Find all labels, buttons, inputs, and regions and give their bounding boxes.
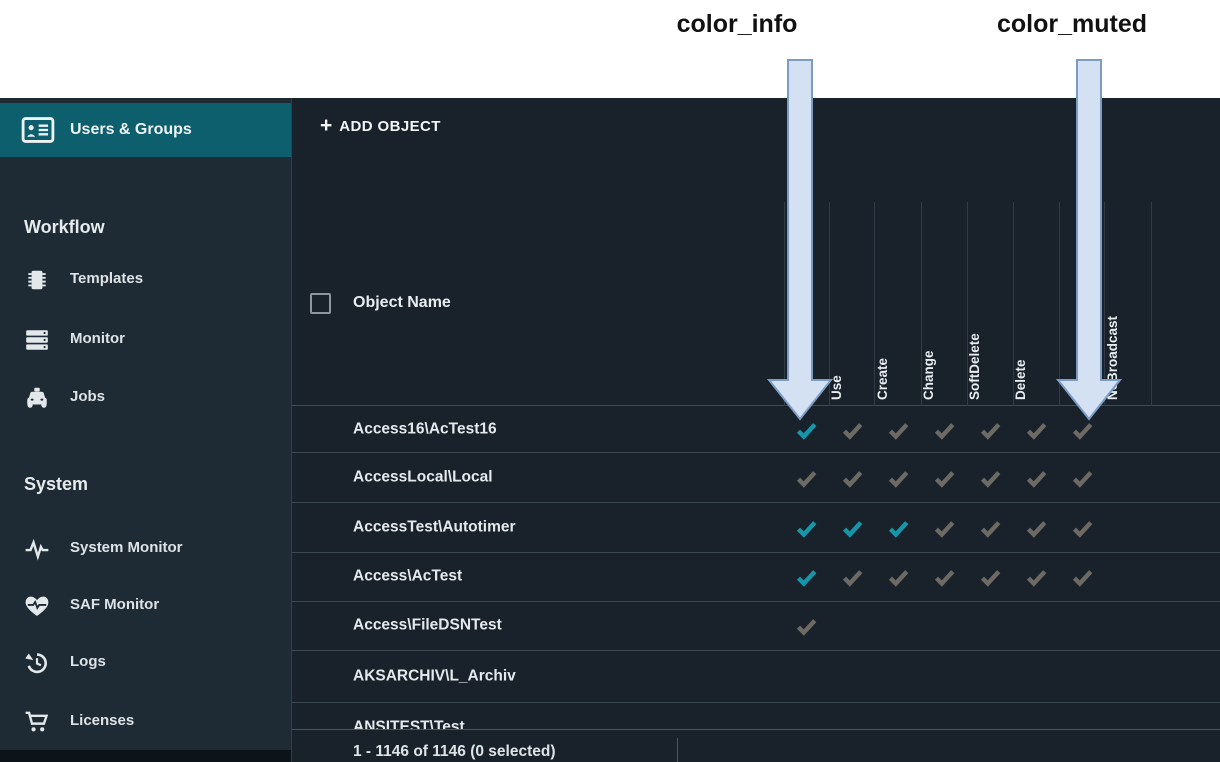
table-row[interactable]: Access16\AcTest16 <box>292 407 1220 453</box>
object-name-cell: Access\FileDSNTest <box>353 616 502 634</box>
app-root: color_info color_muted Users & Groups Wo… <box>0 0 1220 762</box>
sidebar-item-jobs[interactable]: Jobs <box>0 378 291 418</box>
permission-check-muted[interactable] <box>887 466 910 489</box>
column-label-change: Change <box>921 350 936 400</box>
column-divider <box>1059 202 1060 406</box>
permission-check-muted[interactable] <box>1071 566 1094 589</box>
permission-check-muted[interactable] <box>933 466 956 489</box>
sidebar-section-workflow: Workflow <box>24 217 105 238</box>
column-label-nobroadcast: NoBroadcast <box>1105 316 1120 400</box>
permission-check-info[interactable] <box>795 566 818 589</box>
column-label-use: Use <box>829 375 844 400</box>
cart-icon <box>24 709 50 735</box>
sidebar-item-label: Logs <box>70 653 106 670</box>
sidebar-item-label: Licenses <box>70 712 134 729</box>
taxi-icon <box>24 385 50 411</box>
table-row[interactable]: Access\FileDSNTest <box>292 602 1220 651</box>
permission-check-muted[interactable] <box>979 466 1002 489</box>
pulse-icon <box>24 536 50 562</box>
permission-check-info[interactable] <box>841 516 864 539</box>
sidebar-item-label: System Monitor <box>70 539 183 556</box>
sidebar-item-label: SAF Monitor <box>70 596 159 613</box>
main-panel: + ADD OBJECT Object Name Use Create Chan… <box>291 98 1220 762</box>
sidebar: Users & Groups Workflow Templates <box>0 98 291 762</box>
sidebar-item-system-monitor[interactable]: System Monitor <box>0 529 291 569</box>
permission-check-muted[interactable] <box>795 466 818 489</box>
permission-check-muted[interactable] <box>979 566 1002 589</box>
permission-check-muted[interactable] <box>1071 516 1094 539</box>
select-all-checkbox[interactable] <box>310 293 331 314</box>
heart-pulse-icon <box>24 593 50 619</box>
object-name-cell: AccessLocal\Local <box>353 468 493 486</box>
column-label-delete: Delete <box>1013 359 1028 400</box>
server-icon <box>24 327 50 353</box>
table-row[interactable]: AKSARCHIV\L_Archiv <box>292 651 1220 703</box>
permission-check-muted[interactable] <box>933 418 956 441</box>
permission-check-info[interactable] <box>887 516 910 539</box>
permission-check-info[interactable] <box>795 418 818 441</box>
table-body: Access16\AcTest16 AccessLocal\Local Acce… <box>292 407 1220 753</box>
chip-icon <box>24 267 50 293</box>
sidebar-item-users-groups[interactable]: Users & Groups <box>0 103 291 157</box>
object-name-cell: Access\AcTest <box>353 567 462 585</box>
sidebar-item-label: Monitor <box>70 330 125 347</box>
sidebar-item-label: Users & Groups <box>70 121 192 139</box>
sidebar-item-label: Templates <box>70 270 143 287</box>
id-card-icon <box>20 116 56 144</box>
permission-check-muted[interactable] <box>1025 566 1048 589</box>
permission-check-muted[interactable] <box>933 566 956 589</box>
object-name-cell: AccessTest\Autotimer <box>353 518 516 536</box>
permission-check-muted[interactable] <box>979 418 1002 441</box>
object-name-cell: AKSARCHIV\L_Archiv <box>353 667 516 685</box>
sidebar-item-licenses[interactable]: Licenses <box>0 702 291 742</box>
column-divider <box>784 202 785 406</box>
column-label-create: Create <box>875 358 890 400</box>
permission-check-muted[interactable] <box>1071 418 1094 441</box>
table-row[interactable]: AccessLocal\Local <box>292 453 1220 503</box>
annotation-color-info: color_info <box>637 10 837 39</box>
table-row[interactable]: Access\AcTest <box>292 553 1220 602</box>
table-header: Object Name Use Create Change SoftDelete… <box>292 98 1220 406</box>
pagination-status: 1 - 1146 of 1146 (0 selected) <box>353 743 555 761</box>
footer-divider <box>677 738 678 762</box>
table-footer: 1 - 1146 of 1146 (0 selected) <box>292 729 1220 762</box>
permission-check-muted[interactable] <box>841 418 864 441</box>
permission-check-muted[interactable] <box>1025 516 1048 539</box>
sidebar-item-templates[interactable]: Templates <box>0 260 291 300</box>
column-label-softdelete: SoftDelete <box>967 333 982 400</box>
sidebar-section-system: System <box>24 474 88 495</box>
sidebar-item-monitor[interactable]: Monitor <box>0 320 291 360</box>
permission-check-muted[interactable] <box>1071 466 1094 489</box>
permission-check-muted[interactable] <box>841 566 864 589</box>
sidebar-bottom-strip <box>0 750 291 762</box>
permission-check-muted[interactable] <box>841 466 864 489</box>
permission-check-muted[interactable] <box>795 615 818 638</box>
sidebar-item-logs[interactable]: Logs <box>0 643 291 683</box>
table-row[interactable]: AccessTest\Autotimer <box>292 503 1220 553</box>
permission-check-muted[interactable] <box>979 516 1002 539</box>
history-icon <box>24 650 50 676</box>
permission-check-muted[interactable] <box>1025 466 1048 489</box>
permission-check-info[interactable] <box>795 516 818 539</box>
object-name-cell: Access16\AcTest16 <box>353 420 497 438</box>
sidebar-item-saf-monitor[interactable]: SAF Monitor <box>0 586 291 626</box>
permission-check-muted[interactable] <box>887 418 910 441</box>
permission-check-muted[interactable] <box>933 516 956 539</box>
permission-check-muted[interactable] <box>887 566 910 589</box>
sidebar-item-label: Jobs <box>70 388 105 405</box>
column-divider <box>1151 202 1152 406</box>
object-name-header[interactable]: Object Name <box>353 294 451 312</box>
annotation-color-muted: color_muted <box>972 10 1172 39</box>
permission-check-muted[interactable] <box>1025 418 1048 441</box>
